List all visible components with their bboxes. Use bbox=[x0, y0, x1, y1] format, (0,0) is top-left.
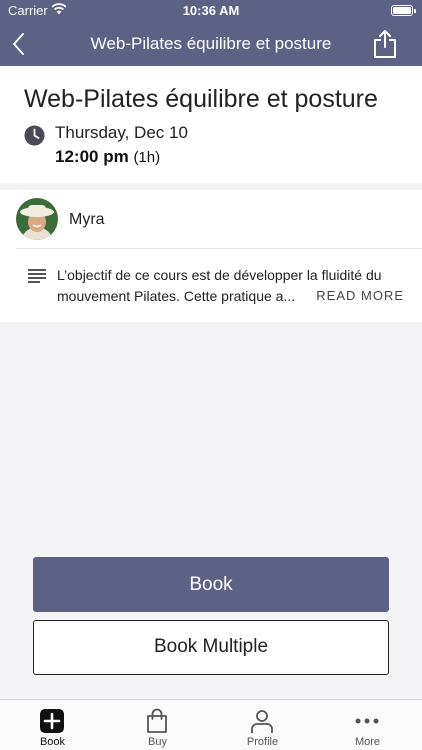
ellipsis-icon bbox=[355, 718, 379, 724]
class-date: Thursday, Dec 10 bbox=[55, 123, 188, 142]
tab-more[interactable]: More bbox=[315, 700, 420, 750]
tab-profile[interactable]: Profile bbox=[210, 700, 315, 750]
read-more-link[interactable]: READ MORE bbox=[316, 288, 404, 303]
plus-square-icon bbox=[40, 709, 64, 733]
class-title: Web-Pilates équilibre et posture bbox=[24, 85, 378, 113]
class-time: 12:00 pm bbox=[55, 147, 129, 166]
avatar-image bbox=[16, 198, 58, 240]
instructor-avatar[interactable] bbox=[16, 198, 58, 240]
class-duration: (1h) bbox=[133, 149, 161, 166]
class-details-card: Myra L’objectif de ce cours est de dével… bbox=[0, 190, 422, 322]
shopping-bag-icon bbox=[147, 708, 167, 733]
tab-label: More bbox=[354, 736, 381, 748]
tab-label: Profile bbox=[246, 736, 279, 748]
status-time: 10:36 AM bbox=[182, 3, 240, 18]
class-time-row: 12:00 pm (1h) bbox=[55, 147, 160, 167]
instructor-name[interactable]: Myra bbox=[69, 211, 105, 229]
class-header-card: Web-Pilates équilibre et posture Thursda… bbox=[0, 66, 422, 183]
tab-book[interactable]: Book bbox=[0, 700, 105, 750]
person-icon bbox=[251, 710, 273, 733]
divider bbox=[16, 248, 422, 249]
navigation-bar: Web-Pilates équilibre et posture bbox=[0, 22, 422, 66]
tab-label: Buy bbox=[148, 736, 167, 748]
status-bar: Carrier 10:36 AM bbox=[0, 0, 422, 22]
tab-label: Book bbox=[39, 736, 66, 748]
back-chevron-icon[interactable] bbox=[10, 31, 30, 57]
battery-icon bbox=[391, 5, 416, 16]
share-icon[interactable] bbox=[372, 29, 398, 59]
clock-icon bbox=[24, 125, 45, 146]
nav-title: Web-Pilates équilibre et posture bbox=[90, 34, 332, 53]
tab-bar: Book Buy Profile More bbox=[0, 699, 422, 750]
book-button[interactable]: Book bbox=[33, 557, 389, 612]
description-lines-icon bbox=[28, 269, 46, 283]
book-multiple-button[interactable]: Book Multiple bbox=[33, 620, 389, 675]
tab-buy[interactable]: Buy bbox=[105, 700, 210, 750]
